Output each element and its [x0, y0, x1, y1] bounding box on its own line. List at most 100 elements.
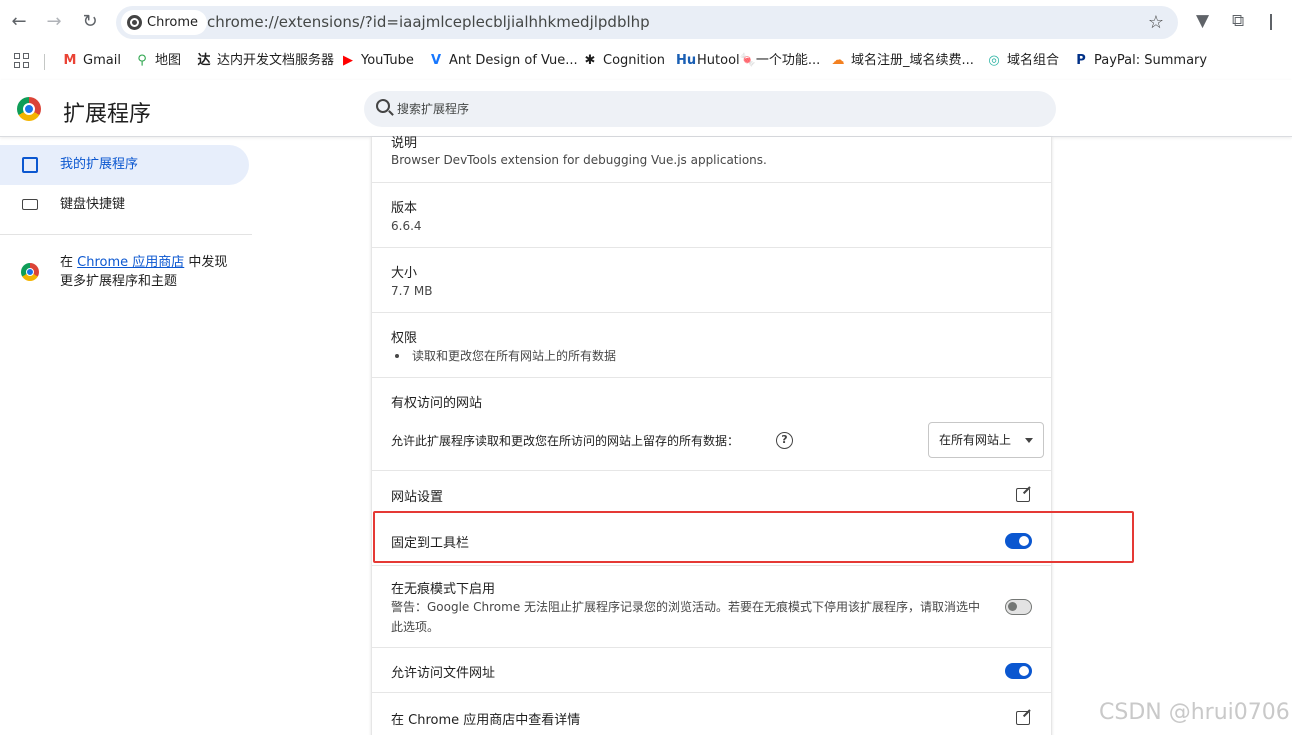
site-settings-row[interactable]: 网站设置 — [372, 471, 1051, 517]
bookmark-item[interactable]: ▶ YouTube — [340, 44, 414, 80]
site-settings-label: 网站设置 — [391, 490, 444, 505]
bookmark-label: YouTube — [361, 53, 414, 68]
pin-toolbar-toggle[interactable] — [1005, 533, 1032, 549]
sidebar-item-label: 我的扩展程序 — [60, 157, 139, 172]
bullet-icon — [395, 354, 399, 358]
incognito-row: 在无痕模式下启用 警告：Google Chrome 无法阻止扩展程序记录您的浏览… — [372, 565, 1051, 648]
bookmark-favicon-icon: ⚲ — [137, 53, 147, 68]
extensions-puzzle-icon[interactable]: ⧉ — [1232, 11, 1244, 31]
bookmarks-separator — [44, 54, 45, 70]
bookmark-item[interactable]: ◎ 域名组合 — [986, 44, 1059, 80]
back-arrow-icon[interactable]: ← — [9, 12, 29, 32]
incognito-label: 在无痕模式下启用 — [391, 582, 496, 597]
pin-toolbar-row: 固定到工具栏 — [372, 517, 1051, 565]
incognito-warning: 警告：Google Chrome 无法阻止扩展程序记录您的浏览活动。若要在无痕模… — [391, 600, 981, 634]
bookmark-favicon-icon: Hu — [676, 53, 697, 68]
bookmark-item[interactable]: ☁ 域名注册_域名续费... — [830, 44, 974, 80]
forward-arrow-icon[interactable]: → — [44, 12, 64, 32]
help-icon[interactable]: ? — [776, 432, 793, 449]
bookmark-item[interactable]: HuHutool🍬一个功能... — [676, 44, 820, 80]
permissions-row: 权限 读取和更改您在所有网站上的所有数据 — [372, 313, 1051, 378]
bookmark-label: Gmail — [83, 53, 121, 68]
url-text[interactable]: chrome://extensions/?id=iaajmlceplecblji… — [207, 6, 650, 39]
store-prefix: 在 — [60, 255, 78, 270]
bookmark-item[interactable]: 达达内开发文档服务器 — [196, 44, 334, 80]
incognito-toggle[interactable] — [1005, 599, 1032, 615]
site-chip-label: Chrome — [147, 15, 198, 30]
chrome-web-store-icon — [21, 263, 39, 281]
caret-down-icon — [1025, 438, 1033, 443]
bookmark-label: Cognition — [603, 53, 666, 68]
bookmark-item[interactable]: V Ant Design of Vue... — [428, 44, 578, 80]
description-text: Browser DevTools extension for debugging… — [391, 153, 767, 167]
size-row: 大小 7.7 MB — [372, 248, 1051, 313]
permission-item: 读取和更改您在所有网站上的所有数据 — [412, 349, 617, 363]
file-urls-toggle[interactable] — [1005, 663, 1032, 679]
version-row: 版本 6.6.4 — [372, 183, 1051, 248]
bookmark-label: PayPal: Summary — [1094, 53, 1208, 68]
sidebar-item-keyboard-shortcuts[interactable]: 键盘快捷键 — [0, 185, 249, 225]
bookmark-item[interactable]: ✱ Cognition — [582, 44, 666, 80]
sidebar-item-label: 键盘快捷键 — [60, 197, 126, 212]
search-box[interactable] — [364, 91, 1056, 127]
watermark: CSDN @hrui0706 — [1099, 700, 1290, 725]
web-store-link[interactable]: Chrome 应用商店 — [77, 255, 184, 270]
version-label: 版本 — [391, 201, 418, 216]
bookmark-label: 域名注册_域名续费... — [851, 53, 974, 68]
site-access-value: 在所有网站上 — [939, 433, 1012, 447]
site-access-select[interactable]: 在所有网站上 — [928, 422, 1044, 458]
file-urls-row: 允许访问文件网址 — [372, 648, 1051, 693]
bookmark-favicon-icon: P — [1076, 53, 1086, 68]
description-row: 说明 Browser DevTools extension for debugg… — [372, 136, 1051, 183]
site-chip[interactable]: Chrome — [121, 10, 207, 35]
bookmark-item[interactable]: P PayPal: Summary — [1073, 44, 1207, 80]
size-label: 大小 — [391, 266, 418, 281]
bookmark-item[interactable]: M Gmail — [62, 44, 121, 80]
page-title: 扩展程序 — [63, 102, 152, 127]
search-input[interactable] — [397, 91, 1037, 127]
apps-grid-icon[interactable] — [14, 53, 30, 69]
extensions-header: 扩展程序 — [0, 80, 1292, 137]
bookmark-favicon-icon: ▶ — [343, 53, 353, 68]
sidebar-item-my-extensions[interactable]: 我的扩展程序 — [0, 145, 249, 185]
bookmark-favicon-icon: ✱ — [584, 53, 596, 68]
bookmark-label: 域名组合 — [1007, 53, 1060, 68]
vue-devtools-icon[interactable]: ▼ — [1196, 11, 1209, 31]
description-label: 说明 — [391, 136, 418, 151]
bookmark-label: Hutool🍬一个功能... — [697, 53, 821, 68]
permissions-label: 权限 — [391, 331, 418, 346]
bookmark-star-icon[interactable]: ☆ — [1148, 12, 1164, 33]
bookmark-item[interactable]: ⚲ 地图 — [134, 44, 181, 80]
bookmark-favicon-icon: 达 — [197, 53, 211, 68]
reload-icon[interactable]: ↻ — [80, 12, 100, 32]
extensions-puzzle-icon — [22, 157, 38, 173]
bookmarks-bar: M Gmail ⚲ 地图达达内开发文档服务器 ▶ YouTube V Ant Design o… — [0, 44, 1292, 80]
keyboard-icon — [22, 199, 38, 210]
pin-toolbar-label: 固定到工具栏 — [391, 536, 470, 551]
file-urls-label: 允许访问文件网址 — [391, 666, 496, 681]
site-access-desc: 允许此扩展程序读取和更改您在所访问的网站上留存的所有数据： — [391, 434, 740, 448]
bookmark-favicon-icon: M — [63, 53, 77, 68]
bookmark-label: Ant Design of Vue... — [449, 53, 578, 68]
bookmark-favicon-icon: ☁ — [831, 53, 845, 68]
site-access-label: 有权访问的网站 — [391, 396, 483, 411]
bookmark-label: 地图 — [155, 53, 182, 68]
version-value: 6.6.4 — [391, 219, 422, 233]
web-store-promo: 在 Chrome 应用商店 中发现更多扩展程序和主题 — [60, 253, 235, 291]
bookmark-favicon-icon: ◎ — [988, 53, 1000, 68]
chrome-logo-icon — [127, 15, 142, 30]
site-access-row: 有权访问的网站 允许此扩展程序读取和更改您在所访问的网站上留存的所有数据： ? … — [372, 378, 1051, 471]
size-value: 7.7 MB — [391, 284, 433, 298]
bookmark-favicon-icon: V — [430, 53, 442, 68]
extension-details-card: 说明 Browser DevTools extension for debugg… — [371, 136, 1052, 735]
open-external-icon[interactable] — [1016, 711, 1030, 725]
open-external-icon[interactable] — [1016, 488, 1030, 502]
store-view-label: 在 Chrome 应用商店中查看详情 — [391, 713, 581, 728]
search-icon — [376, 99, 390, 113]
bookmark-label: 达内开发文档服务器 — [217, 53, 335, 68]
sidebar-divider — [0, 234, 252, 235]
store-view-row[interactable]: 在 Chrome 应用商店中查看详情 — [372, 693, 1051, 735]
address-bar[interactable]: Chrome chrome://extensions/?id=iaajmlcep… — [116, 6, 1178, 39]
chrome-logo-icon — [17, 97, 41, 121]
side-panel-icon[interactable] — [1270, 14, 1280, 30]
